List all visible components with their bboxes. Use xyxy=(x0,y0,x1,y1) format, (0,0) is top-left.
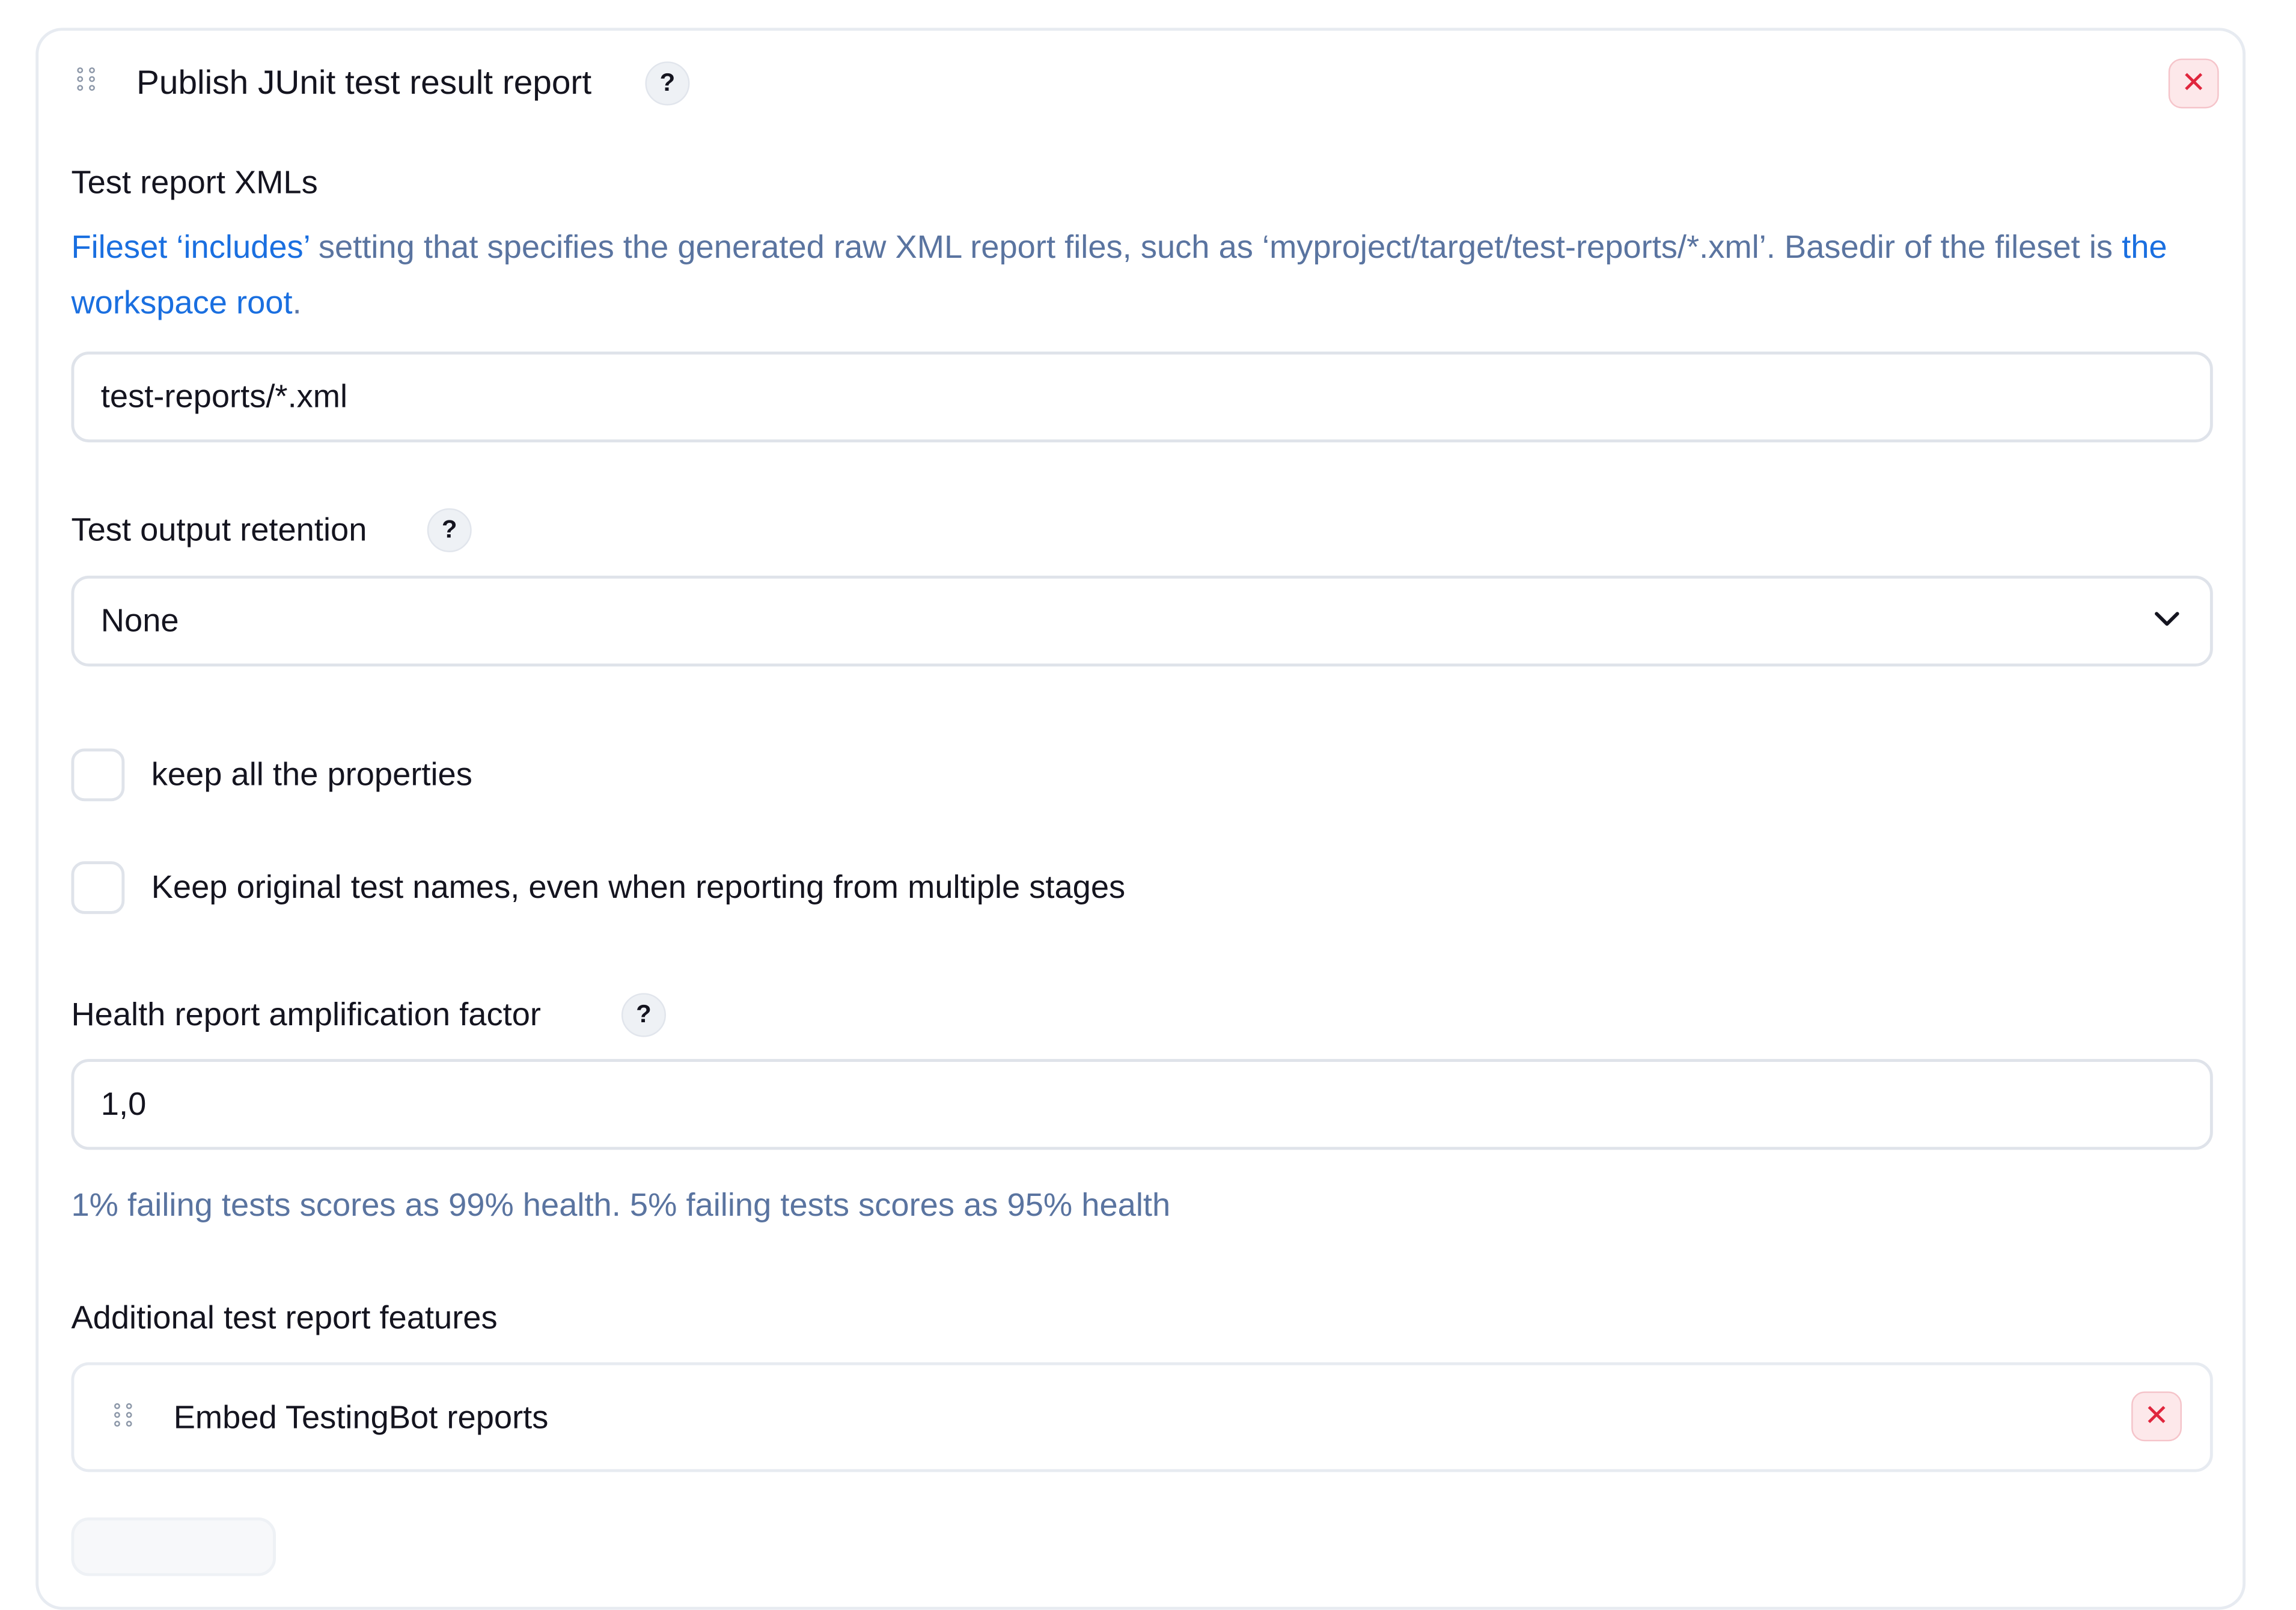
page: Publish JUnit test result report ? ✕ Tes… xyxy=(0,0,2296,1610)
test-report-xmls-input[interactable]: test-reports/*.xml xyxy=(71,351,2213,443)
delete-feature-button[interactable]: ✕ xyxy=(2131,1391,2182,1442)
additional-features-label: Additional test report features xyxy=(71,1299,498,1336)
delete-section-button[interactable]: ✕ xyxy=(2168,58,2219,109)
add-feature-button[interactable] xyxy=(71,1517,276,1576)
keep-original-names-checkbox[interactable] xyxy=(71,861,125,914)
test-output-retention-select[interactable]: None xyxy=(71,575,2213,666)
close-icon: ✕ xyxy=(2144,1400,2169,1433)
health-factor-label: Health report amplification factor xyxy=(71,996,541,1033)
keep-original-names-label[interactable]: Keep original test names, even when repo… xyxy=(151,868,1126,906)
drag-handle-icon[interactable] xyxy=(114,1403,135,1427)
help-icon[interactable]: ? xyxy=(645,61,690,106)
test-report-xmls-label: Test report XMLs xyxy=(71,163,318,201)
keep-properties-checkbox[interactable] xyxy=(71,748,125,802)
help-icon[interactable]: ? xyxy=(621,993,666,1037)
chevron-down-icon xyxy=(2155,612,2179,626)
health-factor-hint: 1% failing tests scores as 99% health. 5… xyxy=(71,1186,1171,1224)
keep-properties-label[interactable]: keep all the properties xyxy=(151,756,472,794)
test-output-retention-label: Test output retention xyxy=(71,511,367,548)
test-report-xmls-description: Fileset ‘includes’ setting that specifie… xyxy=(71,228,2167,321)
health-factor-input[interactable]: 1,0 xyxy=(71,1059,2213,1150)
drag-handle-icon[interactable] xyxy=(77,67,98,91)
help-icon[interactable]: ? xyxy=(427,508,472,552)
feature-item-label: Embed TestingBot reports xyxy=(173,1398,549,1436)
close-icon: ✕ xyxy=(2181,67,2206,100)
section-title: Publish JUnit test result report xyxy=(136,63,592,102)
fileset-includes-link[interactable]: Fileset ‘includes’ xyxy=(71,228,309,265)
